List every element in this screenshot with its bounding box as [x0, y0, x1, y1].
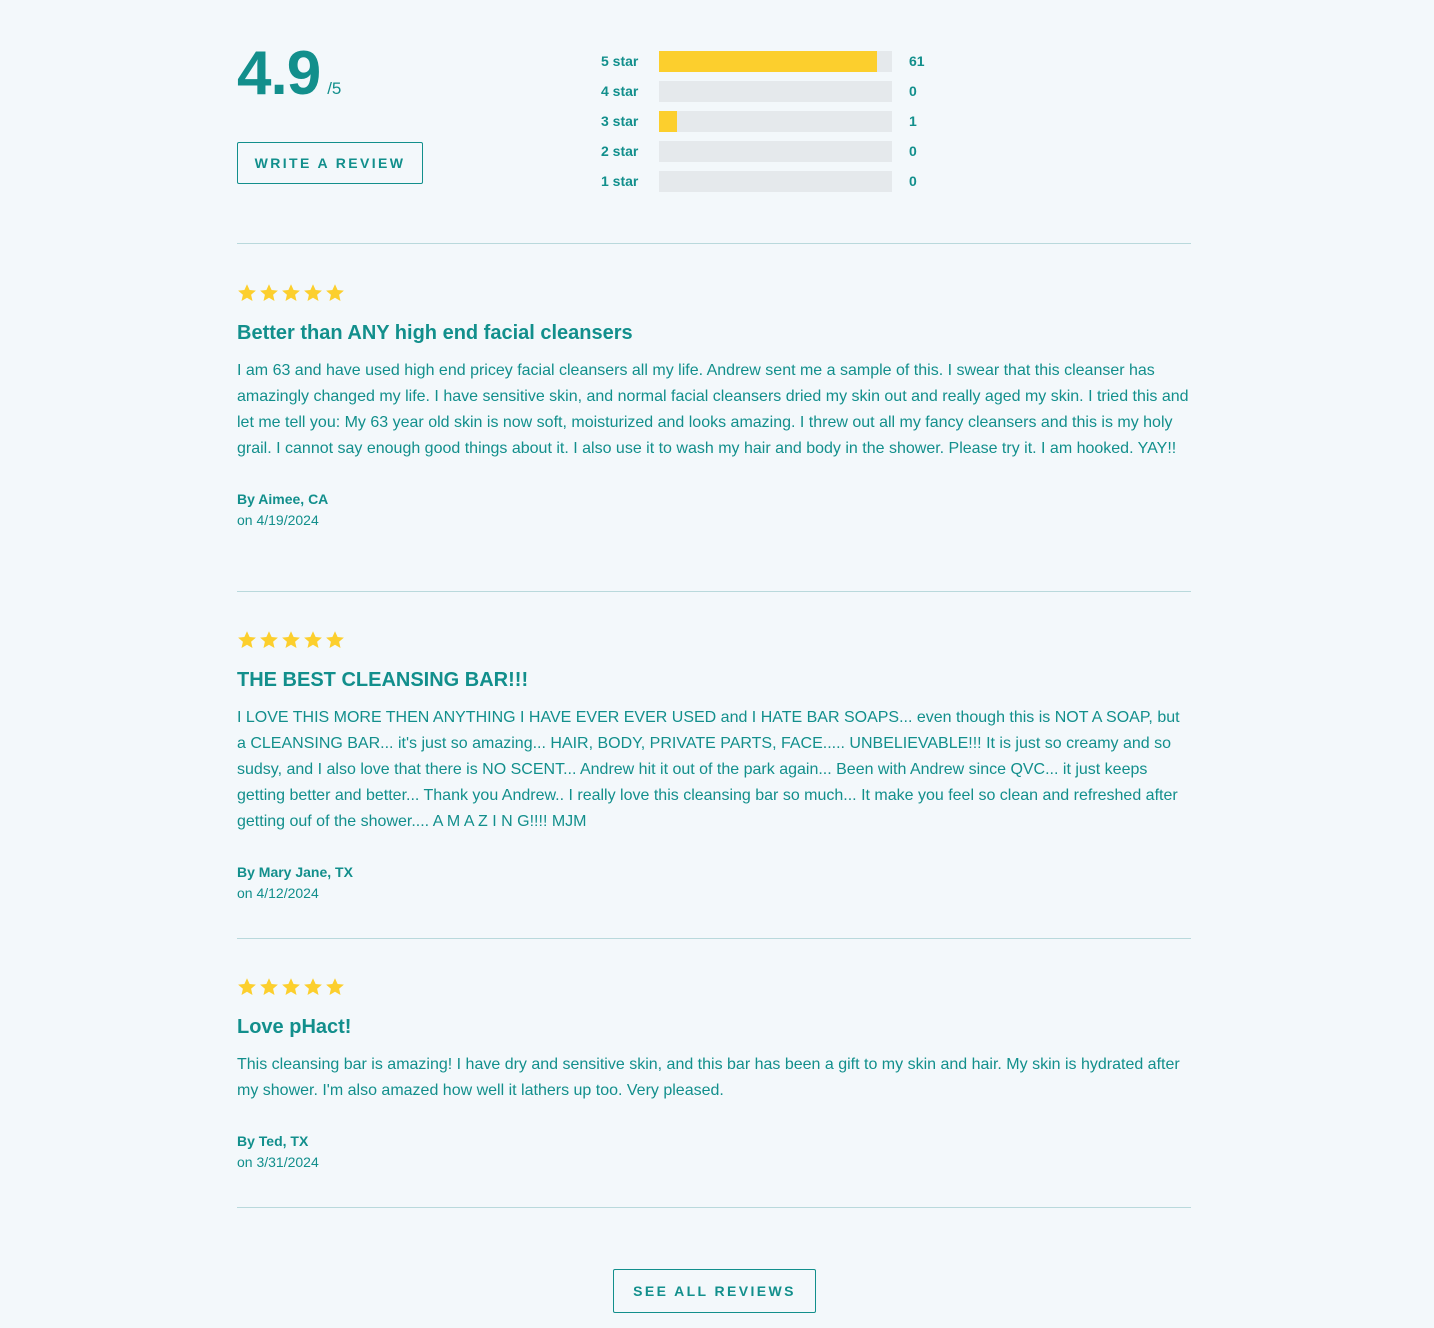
review-stars — [237, 630, 1191, 650]
distribution-label: 4 star — [601, 83, 639, 99]
star-icon — [238, 284, 256, 301]
write-review-button[interactable]: WRITE A REVIEW — [237, 142, 423, 184]
review-date: on 3/31/2024 — [237, 1154, 319, 1170]
distribution-count: 1 — [909, 113, 917, 129]
star-icon — [304, 631, 322, 648]
star-icon — [282, 284, 300, 301]
rating-value: 4.9 — [237, 39, 321, 108]
distribution-bar-track — [659, 170, 892, 192]
distribution-count: 0 — [909, 143, 917, 159]
divider — [237, 243, 1191, 244]
distribution-bar-fill — [659, 110, 677, 132]
divider — [237, 1207, 1191, 1208]
star-icon — [282, 978, 300, 995]
star-icon — [326, 631, 344, 648]
star-icon — [326, 284, 344, 301]
distribution-bar-fill — [659, 50, 877, 72]
review-item: THE BEST CLEANSING BAR!!! I LOVE THIS MO… — [237, 630, 1191, 902]
distribution-label: 5 star — [601, 53, 639, 69]
star-icon — [238, 631, 256, 648]
see-all-reviews-button[interactable]: SEE ALL REVIEWS — [613, 1269, 816, 1313]
distribution-row-4[interactable]: 4 star 0 — [601, 76, 925, 106]
distribution-label: 3 star — [601, 113, 639, 129]
review-body: This cleansing bar is amazing! I have dr… — [237, 1056, 1180, 1099]
distribution-row-1[interactable]: 1 star 0 — [601, 166, 925, 196]
distribution-bar-track — [659, 80, 892, 102]
distribution-count: 0 — [909, 173, 917, 189]
review-stars — [237, 283, 1191, 303]
star-icon — [238, 978, 256, 995]
distribution-bar-track — [659, 110, 892, 132]
review-body: I am 63 and have used high end pricey fa… — [237, 362, 1189, 457]
rating-summary: 4.9 /5 WRITE A REVIEW 5 star 61 4 star 0… — [237, 36, 1191, 226]
distribution-count: 0 — [909, 83, 917, 99]
review-date: on 4/12/2024 — [237, 885, 319, 901]
review-author: By Aimee, CA — [237, 491, 329, 507]
distribution-bar-track — [659, 50, 892, 72]
review-title: THE BEST CLEANSING BAR!!! — [237, 669, 529, 691]
star-icon — [260, 978, 278, 995]
divider — [237, 938, 1191, 939]
distribution-label: 2 star — [601, 143, 639, 159]
review-item: Love pHact! This cleansing bar is amazin… — [237, 977, 1191, 1171]
review-title: Love pHact! — [237, 1016, 352, 1038]
star-icon — [260, 631, 278, 648]
distribution-count: 61 — [909, 53, 925, 69]
distribution-row-2[interactable]: 2 star 0 — [601, 136, 925, 166]
review-item: Better than ANY high end facial cleanser… — [237, 283, 1191, 529]
reviews-section: 4.9 /5 WRITE A REVIEW 5 star 61 4 star 0… — [0, 0, 1434, 1328]
average-rating: 4.9 /5 — [237, 36, 341, 112]
review-author: By Ted, TX — [237, 1133, 309, 1149]
review-author: By Mary Jane, TX — [237, 864, 353, 880]
rating-distribution: 5 star 61 4 star 0 3 star 1 2 star 0 1 s… — [601, 46, 925, 196]
star-icon — [260, 284, 278, 301]
review-body: I LOVE THIS MORE THEN ANYTHING I HAVE EV… — [237, 709, 1180, 830]
star-icon — [326, 978, 344, 995]
star-icon — [304, 978, 322, 995]
rating-max: /5 — [327, 79, 342, 98]
distribution-label: 1 star — [601, 173, 639, 189]
review-stars — [237, 977, 1191, 997]
star-icon — [304, 284, 322, 301]
divider — [237, 591, 1191, 592]
distribution-row-5[interactable]: 5 star 61 — [601, 46, 925, 76]
review-title: Better than ANY high end facial cleanser… — [237, 322, 633, 344]
review-date: on 4/19/2024 — [237, 512, 319, 528]
distribution-bar-track — [659, 140, 892, 162]
star-icon — [282, 631, 300, 648]
distribution-row-3[interactable]: 3 star 1 — [601, 106, 925, 136]
